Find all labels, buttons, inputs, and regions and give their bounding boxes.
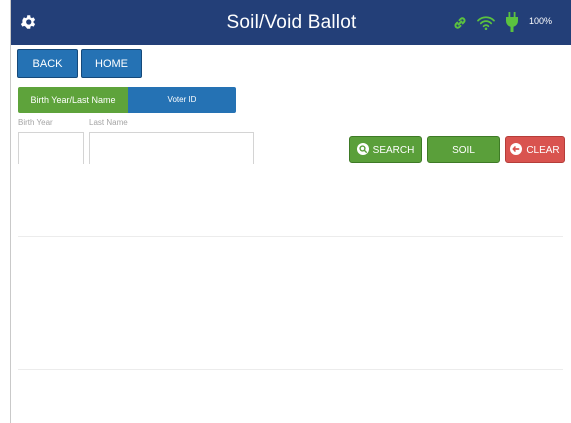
birth-year-field[interactable]	[18, 132, 84, 164]
plug-icon	[506, 12, 518, 32]
back-button[interactable]: BACK	[17, 49, 78, 78]
search-mode-toggle: Birth Year/Last Name Voter ID	[18, 87, 236, 113]
clear-icon	[510, 143, 523, 156]
search-button[interactable]: SEARCH	[349, 136, 422, 163]
search-label: SEARCH	[372, 145, 415, 156]
birth-year-label: Birth Year	[18, 118, 53, 127]
tab-birth-year-last-name[interactable]: Birth Year/Last Name	[18, 87, 128, 113]
home-button[interactable]: HOME	[81, 49, 142, 78]
results-divider	[18, 236, 563, 237]
clear-label: CLEAR	[526, 145, 560, 156]
last-name-label: Last Name	[89, 118, 128, 127]
header-bar: Soil/Void Ballot 100%	[11, 0, 571, 45]
battery-level: 100%	[529, 16, 553, 26]
clear-button[interactable]: CLEAR	[505, 136, 565, 163]
app-frame: Soil/Void Ballot 100% BACK HOME Birth Ye…	[10, 0, 571, 423]
last-name-field[interactable]	[89, 132, 254, 164]
wifi-icon	[477, 16, 495, 31]
tab-voter-id[interactable]: Voter ID	[128, 87, 236, 113]
soil-button[interactable]: SOIL	[427, 136, 500, 163]
results-divider	[18, 369, 563, 370]
search-icon	[356, 143, 369, 156]
link-icon	[454, 17, 466, 29]
